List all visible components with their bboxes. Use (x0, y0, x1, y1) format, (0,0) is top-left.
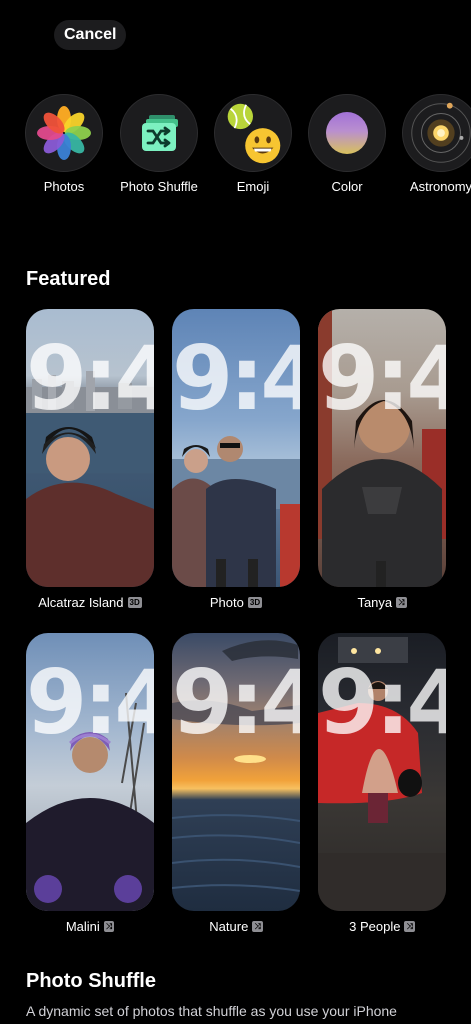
wallpaper-card-label: 3 People ⤨ (349, 919, 415, 934)
category-emoji[interactable]: Emoji (214, 94, 292, 194)
photos-flower-icon (37, 106, 91, 160)
color-gradient-icon (326, 112, 368, 154)
photo-shuffle-title: Photo Shuffle (26, 970, 156, 992)
shuffle-badge-icon: ⤨ (252, 921, 263, 932)
lock-screen-clock: 9:41 (26, 327, 154, 430)
shuffle-badge-icon: ⤨ (103, 921, 115, 932)
cancel-button[interactable]: Cancel (54, 20, 127, 50)
lock-screen-clock: 9:41 (172, 327, 300, 430)
wallpaper-card-label: Alcatraz Island 3D (38, 595, 142, 610)
lock-screen-clock: 9:41 (318, 327, 446, 430)
lock-screen-clock: 9:41 (172, 651, 300, 754)
wallpaper-card-label: Photo 3D (209, 595, 263, 610)
wallpaper-category-row: Photos Photo Shuffle Emoji Color Astrono… (0, 94, 471, 204)
3d-badge-icon: 3D (127, 597, 142, 608)
featured-title: Featured (26, 268, 111, 290)
lock-screen-clock: 9:41 (26, 651, 154, 754)
astronomy-orbit-icon (411, 102, 471, 163)
shuffle-icon (142, 115, 178, 151)
shuffle-badge-icon: ⤨ (404, 921, 415, 932)
shuffle-badge-icon: ⤨ (396, 597, 407, 608)
emoji-icon (227, 103, 281, 164)
category-photos[interactable]: Photos (25, 94, 103, 194)
wallpaper-card-alcatraz[interactable]: 9:41 (26, 309, 154, 587)
category-astronomy[interactable]: Astronomy (402, 94, 471, 194)
wallpaper-card-malini[interactable]: 9:41 (26, 633, 154, 911)
lock-screen-clock: 9:41 (318, 651, 446, 754)
category-photo-shuffle[interactable]: Photo Shuffle (120, 94, 198, 194)
wallpaper-card-label: Tanya ⤨ (357, 595, 407, 610)
wallpaper-card-photo[interactable]: 9:41 (172, 309, 300, 587)
wallpaper-card-3-people[interactable]: 9:41 (318, 633, 446, 911)
wallpaper-card-tanya[interactable]: 9:41 (318, 309, 446, 587)
photo-shuffle-description: A dynamic set of photos that shuffle as … (26, 1003, 397, 1019)
category-label: Astronomy (409, 179, 471, 194)
wallpaper-card-label: Nature ⤨ (209, 919, 263, 934)
wallpaper-gallery: Cancel Photos Photo Shuffle Emoji Color … (0, 0, 471, 1024)
category-color[interactable]: Color (308, 94, 386, 194)
3d-badge-icon: 3D (247, 597, 263, 608)
wallpaper-card-label: Malini ⤨ (65, 919, 115, 934)
wallpaper-card-nature[interactable]: 9:41 (172, 633, 300, 911)
